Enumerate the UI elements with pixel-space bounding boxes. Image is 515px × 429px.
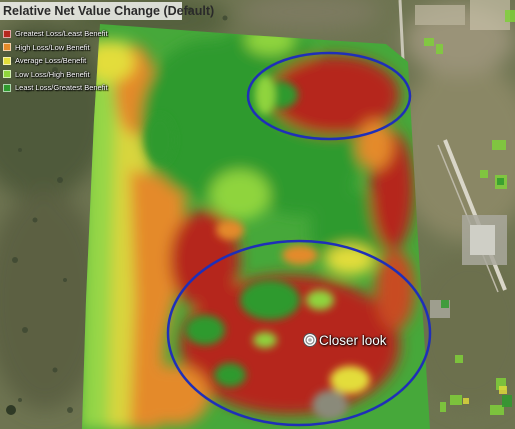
legend-item-high-loss: High Loss/Low Benefit (3, 41, 108, 55)
legend-label: Least Loss/Greatest Benefit (15, 83, 108, 93)
legend-swatch (3, 70, 11, 79)
map-viewport[interactable]: Relative Net Value Change (Default) Grea… (0, 0, 515, 429)
net-value-change-layer (82, 24, 430, 429)
legend-swatch (3, 56, 11, 65)
legend-label: High Loss/Low Benefit (15, 42, 90, 52)
placemark-circle-icon[interactable] (302, 332, 318, 348)
legend-item-average: Average Loss/Benefit (3, 54, 108, 68)
legend-swatch (3, 83, 11, 92)
legend: Greatest Loss/Least Benefit High Loss/Lo… (3, 27, 108, 95)
legend-title: Relative Net Value Change (Default) (0, 2, 214, 20)
legend-item-greatest-loss: Greatest Loss/Least Benefit (3, 27, 108, 41)
legend-swatch (3, 43, 11, 52)
legend-label: Average Loss/Benefit (15, 56, 87, 66)
placemark-closer-look[interactable]: Closer look (302, 330, 387, 350)
legend-item-low-loss: Low Loss/High Benefit (3, 68, 108, 82)
legend-label: Greatest Loss/Least Benefit (15, 29, 108, 39)
legend-swatch (3, 29, 11, 38)
legend-label: Low Loss/High Benefit (15, 69, 90, 79)
legend-item-least-loss: Least Loss/Greatest Benefit (3, 81, 108, 95)
placemark-label[interactable]: Closer look (319, 333, 387, 348)
